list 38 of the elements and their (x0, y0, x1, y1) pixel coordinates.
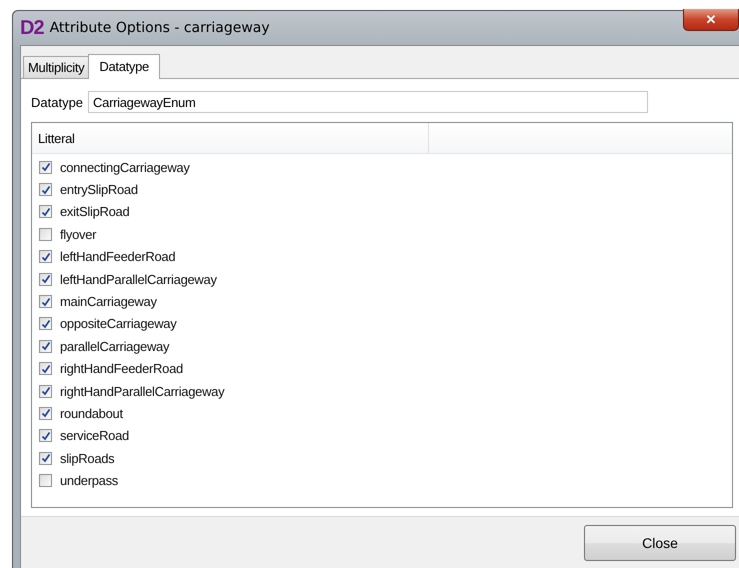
tab[interactable]: Multiplicity (23, 56, 90, 78)
checkbox[interactable] (39, 183, 52, 196)
literal-label: oppositeCarriageway (60, 316, 176, 332)
literal-label: serviceRoad (60, 428, 129, 444)
literal-label: underpass (60, 473, 118, 488)
app-logo: D2 (20, 16, 44, 40)
checkbox[interactable] (39, 406, 52, 420)
literal-label: flyover (60, 226, 96, 242)
datatype-label: Datatype (31, 94, 84, 110)
checkbox[interactable] (39, 228, 52, 241)
datatype-field[interactable]: CarriagewayEnum (88, 91, 648, 113)
literal-label: rightHandParallelCarriageway (60, 384, 224, 399)
literal-label: rightHandFeederRoad (60, 361, 183, 376)
literal-label: parallelCarriageway (60, 338, 170, 354)
tab[interactable]: Datatype (88, 54, 160, 79)
checkbox[interactable] (39, 250, 52, 264)
literal-label: slipRoads (60, 450, 114, 466)
checkbox[interactable] (39, 362, 52, 376)
literal-label: leftHandFeederRoad (60, 249, 176, 264)
checkbox[interactable] (39, 340, 52, 353)
checkbox[interactable] (39, 317, 52, 330)
close-button[interactable]: Close (584, 525, 736, 561)
close-button[interactable]: ✕ (683, 9, 739, 31)
checkbox[interactable] (39, 474, 52, 488)
checkbox[interactable] (39, 160, 52, 174)
literal-label: connectingCarriageway (60, 160, 190, 175)
checkbox[interactable] (39, 384, 52, 398)
literal-label: exitSlipRoad (60, 204, 130, 220)
literal-label: roundabout (60, 406, 123, 421)
literal-label: mainCarriageway (60, 294, 157, 310)
checkbox[interactable] (39, 429, 52, 442)
checkbox[interactable] (39, 452, 52, 465)
checkbox[interactable] (39, 272, 52, 286)
checkbox[interactable] (39, 295, 52, 308)
checkbox[interactable] (39, 205, 52, 218)
window-title: Attribute Options - carriageway (50, 20, 270, 36)
literal-label: entrySlipRoad (60, 182, 138, 198)
literal-label: leftHandParallelCarriageway (60, 272, 217, 287)
